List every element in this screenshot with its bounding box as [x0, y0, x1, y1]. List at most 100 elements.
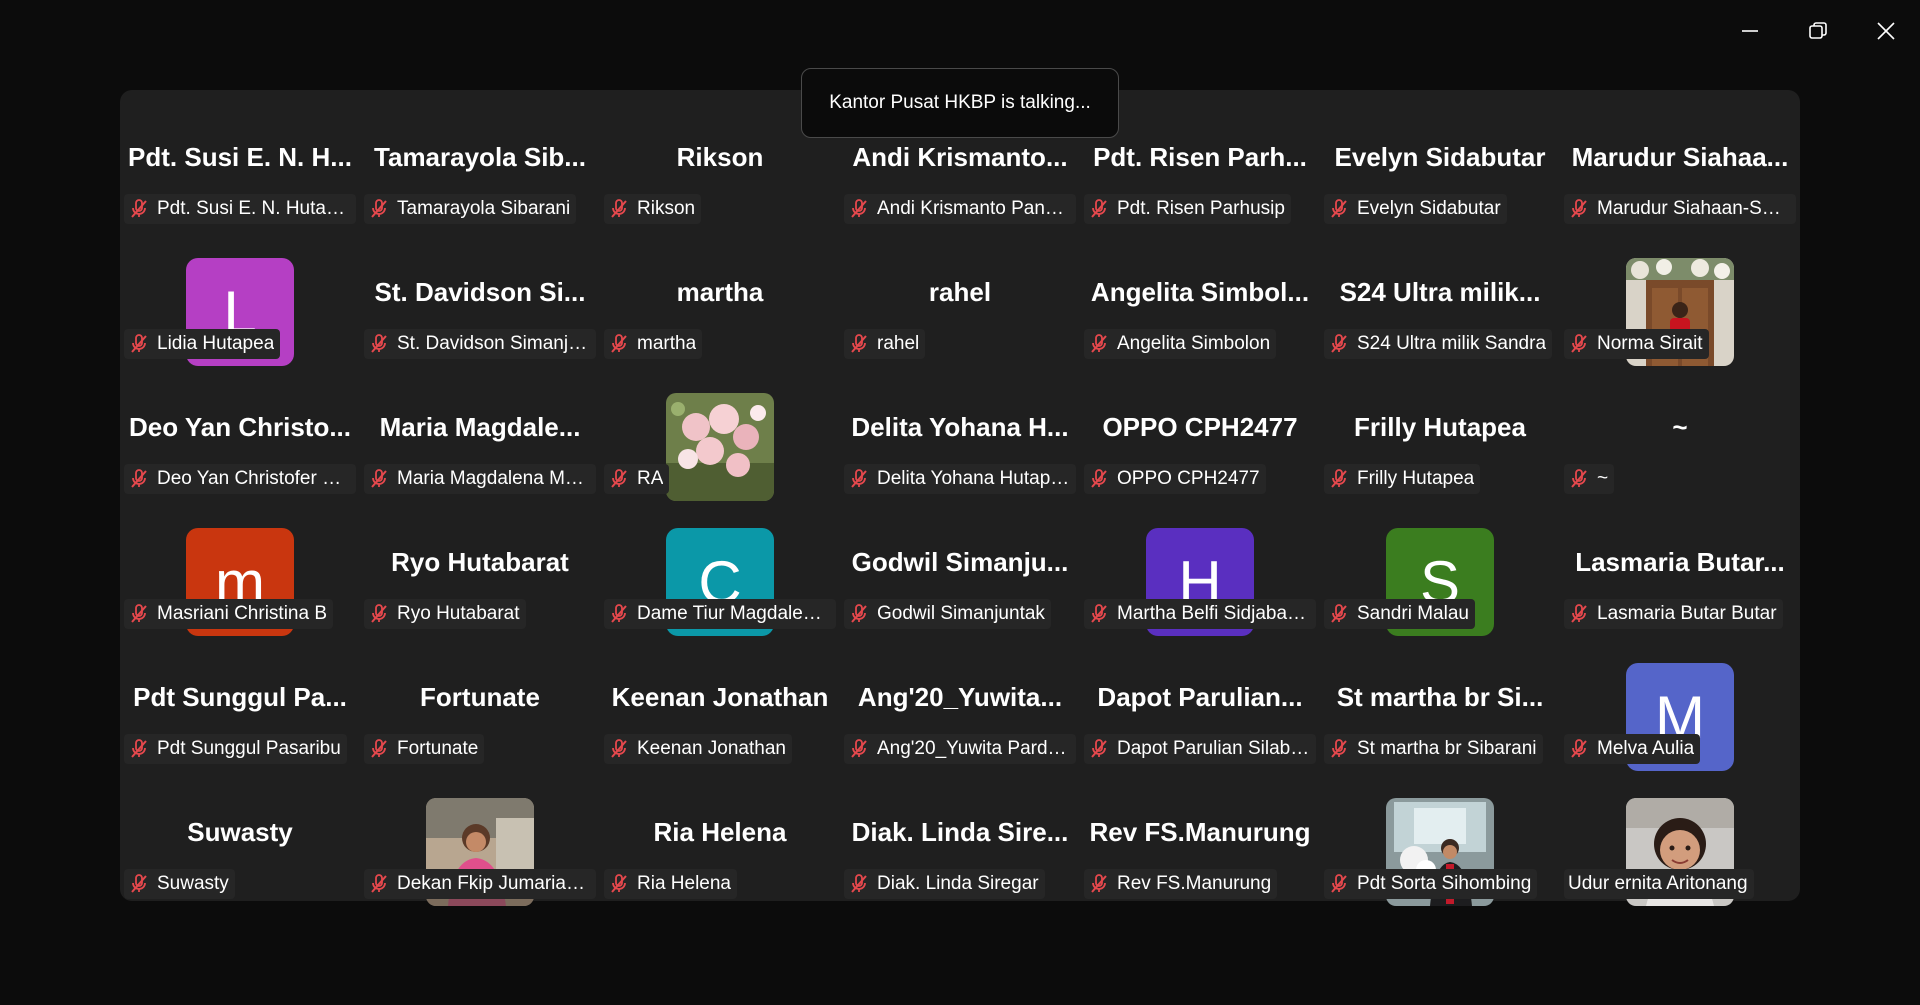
participant-name-label: Godwil Simanjuntak — [844, 599, 1051, 629]
participant-tile[interactable]: m Masriani Christina B — [120, 528, 360, 675]
minimize-icon — [1742, 30, 1758, 32]
participant-tile[interactable]: Lasmaria Butar... Lasmaria Butar Butar — [1560, 540, 1800, 675]
participant-name-text: Diak. Linda Siregar — [877, 873, 1039, 894]
mic-muted-indicator — [1090, 334, 1108, 354]
participant-tile[interactable]: Pdt Sunggul Pa... Pdt Sunggul Pasaribu — [120, 675, 360, 810]
participant-name-label: Ria Helena — [604, 869, 737, 899]
participant-tile[interactable]: Pdt Sorta Sihombing — [1320, 798, 1560, 945]
participant-tile[interactable]: Rev FS.Manurung Rev FS.Manurung — [1080, 810, 1320, 945]
participant-tile[interactable]: Ria Helena Ria Helena — [600, 810, 840, 945]
participant-name-label: Delita Yohana Hutapea — [844, 464, 1076, 494]
participant-tile[interactable]: Udur ernita Aritonang — [1560, 798, 1800, 945]
participant-name-label: Deo Yan Christofer Pa... — [124, 464, 356, 494]
participant-display-name: OPPO CPH2477 — [1102, 412, 1298, 442]
participant-tile[interactable]: L Lidia Hutapea — [120, 258, 360, 405]
participant-tile[interactable]: Rikson Rikson — [600, 135, 840, 270]
participant-tile[interactable]: Fortunate Fortunate — [360, 675, 600, 810]
participant-name-label: S24 Ultra milik Sandra — [1324, 329, 1553, 359]
mic-muted-icon — [1571, 199, 1587, 218]
participant-tile[interactable]: ~ ~ — [1560, 405, 1800, 540]
mic-muted-indicator — [1330, 199, 1348, 219]
minimize-button[interactable] — [1716, 0, 1784, 62]
participant-tile[interactable]: St martha br Si... St martha br Sibarani — [1320, 675, 1560, 810]
mic-muted-indicator — [1090, 469, 1108, 489]
participant-tile[interactable]: Andi Krismanto... Andi Krismanto Pangg..… — [840, 135, 1080, 270]
participant-name-text: Melva Aulia — [1597, 738, 1695, 759]
window-controls — [1716, 0, 1920, 62]
participant-tile[interactable]: Ryo Hutabarat Ryo Hutabarat — [360, 540, 600, 675]
restore-button[interactable] — [1784, 0, 1852, 62]
participant-tile[interactable]: Keenan Jonathan Keenan Jonathan — [600, 675, 840, 810]
participant-tile[interactable]: Evelyn Sidabutar Evelyn Sidabutar — [1320, 135, 1560, 270]
participant-name-text: RA — [637, 468, 664, 489]
participant-name-text: Masriani Christina B — [157, 603, 327, 624]
mic-muted-indicator — [610, 199, 628, 219]
mic-muted-indicator — [610, 469, 628, 489]
participant-video-thumbnail — [666, 393, 774, 501]
participant-display-name: Angelita Simbol... — [1090, 277, 1310, 307]
participant-display-name: Lasmaria Butar... — [1575, 547, 1785, 577]
close-button[interactable] — [1852, 0, 1920, 62]
participant-tile[interactable]: M Melva Aulia — [1560, 663, 1800, 810]
participant-display-name: Ang'20_Yuwita... — [857, 682, 1063, 712]
participant-name-label: Udur ernita Aritonang — [1564, 869, 1754, 899]
gallery-view: Pdt. Susi E. N. H... Pdt. Susi E. N. Hut… — [120, 90, 1800, 906]
mic-muted-icon — [851, 469, 867, 488]
mic-muted-indicator — [130, 334, 148, 354]
participant-name-label: ~ — [1564, 464, 1615, 494]
participant-name-text: Deo Yan Christofer Pa... — [157, 468, 350, 489]
participant-name-label: OPPO CPH2477 — [1084, 464, 1266, 494]
participant-tile[interactable]: Suwasty Suwasty — [120, 810, 360, 945]
participant-tile[interactable]: Dekan Fkip Jumaria Sir... — [360, 798, 600, 945]
participant-tile[interactable]: Deo Yan Christo... Deo Yan Christofer Pa… — [120, 405, 360, 540]
participant-tile[interactable]: S24 Ultra milik... S24 Ultra milik Sandr… — [1320, 270, 1560, 405]
participant-tile[interactable]: Tamarayola Sib... Tamarayola Sibarani — [360, 135, 600, 270]
participant-name-text: Frilly Hutapea — [1357, 468, 1475, 489]
mic-muted-icon — [1331, 469, 1347, 488]
participant-display-name: Ryo Hutabarat — [391, 547, 569, 577]
participant-tile[interactable]: St. Davidson Si... St. Davidson Simanjun… — [360, 270, 600, 405]
participant-tile[interactable]: Angelita Simbol... Angelita Simbolon — [1080, 270, 1320, 405]
participant-tile[interactable]: Maria Magdale... Maria Magdalena Ma... — [360, 405, 600, 540]
participant-name-label: Ryo Hutabarat — [364, 599, 526, 629]
mic-muted-indicator — [1090, 739, 1108, 759]
participant-tile[interactable]: Norma Sirait — [1560, 258, 1800, 405]
participant-tile[interactable]: rahel rahel — [840, 270, 1080, 405]
participant-display-name: Andi Krismanto... — [852, 142, 1068, 172]
participant-tile[interactable]: Pdt. Risen Parh... Pdt. Risen Parhusip — [1080, 135, 1320, 270]
participant-tile[interactable]: Pdt. Susi E. N. H... Pdt. Susi E. N. Hut… — [120, 135, 360, 270]
mic-muted-indicator — [850, 469, 868, 489]
participant-name-text: Evelyn Sidabutar — [1357, 198, 1501, 219]
participant-tile[interactable]: OPPO CPH2477 OPPO CPH2477 — [1080, 405, 1320, 540]
participant-name-text: Martha Belfi Sidjabat-... — [1117, 603, 1310, 624]
participant-name-text: martha — [637, 333, 697, 354]
participant-name-text: Godwil Simanjuntak — [877, 603, 1045, 624]
mic-muted-icon — [851, 874, 867, 893]
mic-muted-indicator — [130, 604, 148, 624]
participant-tile[interactable]: RA — [600, 393, 840, 540]
participant-tile[interactable]: Ang'20_Yuwita... Ang'20_Yuwita Pardosi — [840, 675, 1080, 810]
participant-tile[interactable]: Diak. Linda Sire... Diak. Linda Siregar — [840, 810, 1080, 945]
participant-tile[interactable]: C Dame Tiur Magdalena... — [600, 528, 840, 675]
participant-tile[interactable]: Godwil Simanju... Godwil Simanjuntak — [840, 540, 1080, 675]
mic-muted-indicator — [610, 739, 628, 759]
mic-muted-indicator — [130, 874, 148, 894]
participant-name-text: Ang'20_Yuwita Pardosi — [877, 738, 1070, 759]
participant-name-text: Delita Yohana Hutapea — [877, 468, 1070, 489]
participant-tile[interactable]: Marudur Siahaa... Marudur Siahaan-STB ..… — [1560, 135, 1800, 270]
participant-display-name: Maria Magdale... — [379, 412, 581, 442]
participant-tile[interactable]: H Martha Belfi Sidjabat-... — [1080, 528, 1320, 675]
participant-tile[interactable]: Delita Yohana H... Delita Yohana Hutapea — [840, 405, 1080, 540]
participant-name-text: Sandri Malau — [1357, 603, 1469, 624]
participant-name-text: Pdt Sunggul Pasaribu — [157, 738, 341, 759]
participant-name-text: Angelita Simbolon — [1117, 333, 1271, 354]
participant-tile[interactable]: martha martha — [600, 270, 840, 405]
participant-tile[interactable]: S Sandri Malau — [1320, 528, 1560, 675]
mic-muted-indicator — [1330, 739, 1348, 759]
mic-muted-indicator — [1570, 739, 1588, 759]
participant-grid: Pdt. Susi E. N. H... Pdt. Susi E. N. Hut… — [120, 135, 1800, 945]
participant-tile[interactable]: Frilly Hutapea Frilly Hutapea — [1320, 405, 1560, 540]
mic-muted-icon — [1571, 334, 1587, 353]
participant-name-text: Norma Sirait — [1597, 333, 1703, 354]
participant-tile[interactable]: Dapot Parulian... Dapot Parulian Silaban — [1080, 675, 1320, 810]
